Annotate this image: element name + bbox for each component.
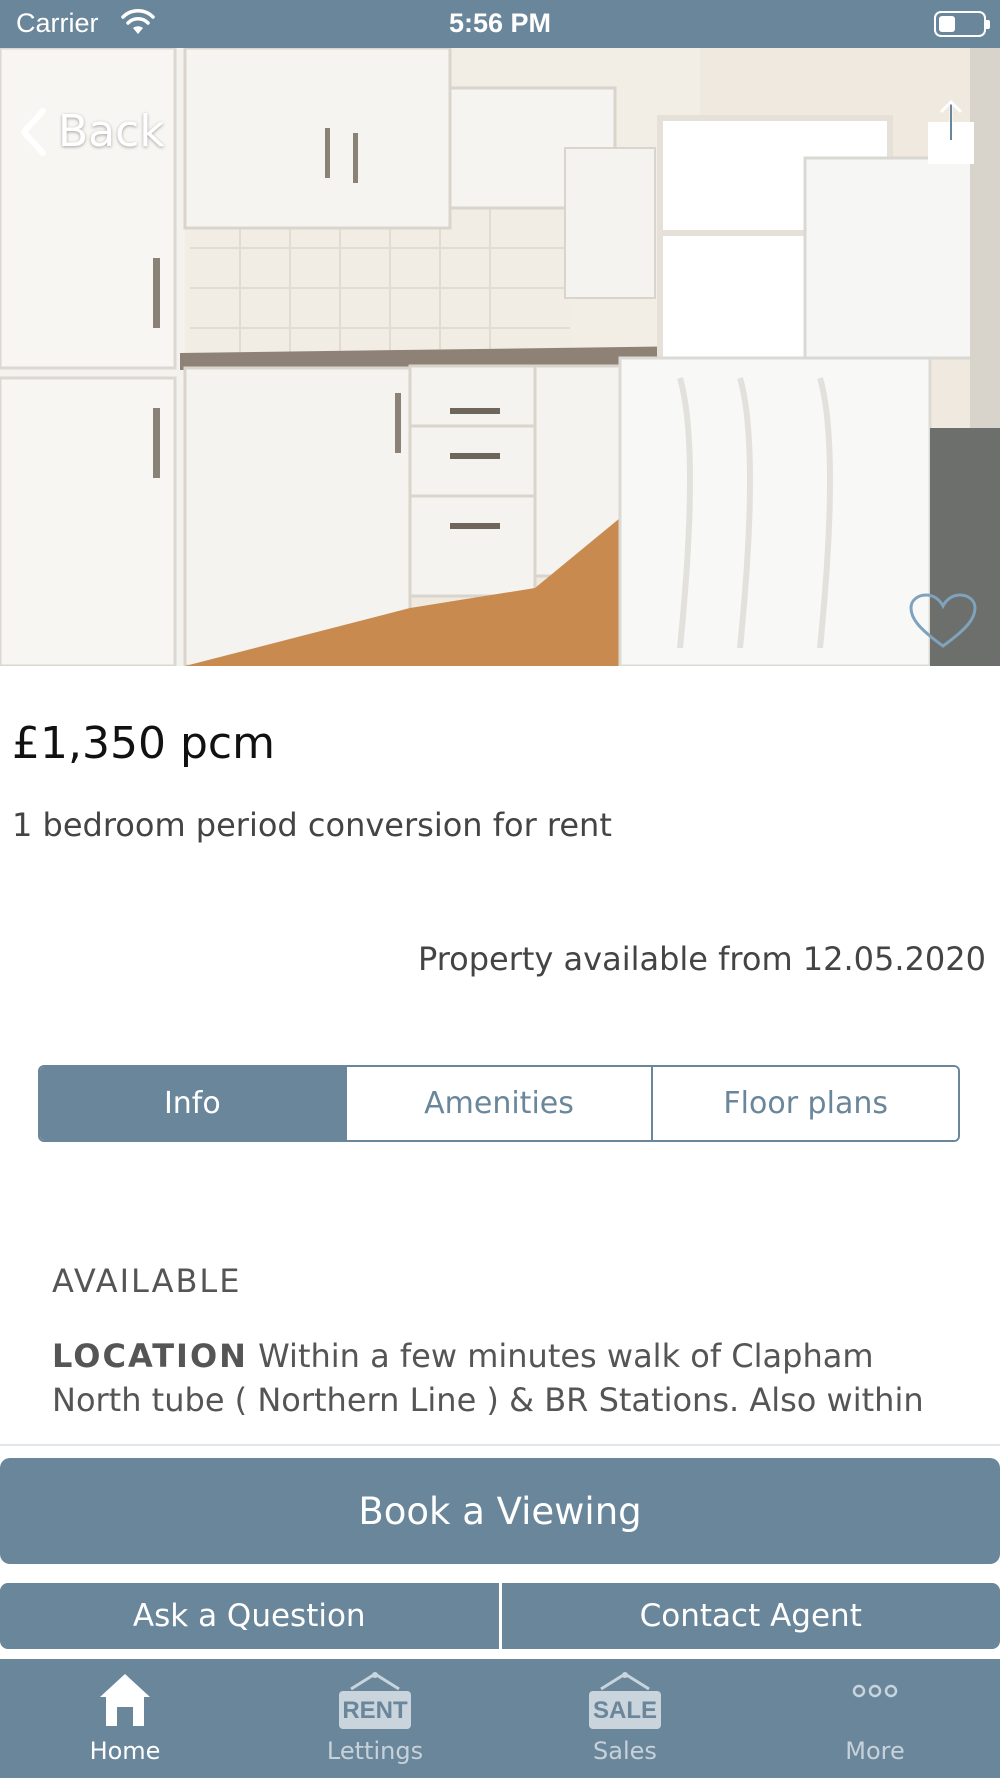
tab-floor-plans[interactable]: Floor plans	[653, 1067, 958, 1140]
share-button[interactable]	[926, 100, 976, 166]
tab-bar-lettings-label: Lettings	[326, 1737, 424, 1765]
info-body: LOCATION Within a few minutes walk of Cl…	[52, 1334, 952, 1422]
tab-bar-home-label: Home	[89, 1737, 161, 1765]
book-viewing-button[interactable]: Book a Viewing	[0, 1458, 1000, 1564]
sale-sign-text: SALE	[593, 1697, 657, 1724]
more-icon	[847, 1671, 903, 1715]
divider	[0, 1444, 1000, 1446]
status-bar: Carrier 5:56 PM	[0, 0, 1000, 48]
secondary-actions: Ask a Question Contact Agent	[0, 1583, 1000, 1649]
back-button[interactable]: Back	[18, 106, 165, 157]
chevron-left-icon	[18, 107, 48, 157]
contact-agent-button[interactable]: Contact Agent	[501, 1583, 1000, 1649]
tab-bar-sales[interactable]: SALE Sales	[500, 1659, 750, 1778]
listing-price: £1,350 pcm	[12, 718, 275, 769]
property-photo[interactable]: Back	[0, 48, 1000, 666]
share-icon	[926, 100, 976, 166]
availability-date: Property available from 12.05.2020	[417, 940, 986, 978]
tab-bar-sales-label: Sales	[593, 1737, 657, 1765]
info-tabs: Info Amenities Floor plans	[38, 1065, 960, 1142]
heart-icon	[908, 592, 978, 650]
favorite-button[interactable]	[908, 592, 978, 650]
home-icon	[97, 1671, 153, 1733]
back-label: Back	[58, 106, 165, 157]
tab-bar-lettings[interactable]: RENT Lettings	[250, 1659, 500, 1778]
tab-info[interactable]: Info	[40, 1067, 347, 1140]
info-content[interactable]: AVAILABLE LOCATION Within a few minutes …	[52, 1262, 952, 1442]
rent-sign-text: RENT	[342, 1697, 408, 1724]
tab-bar-more[interactable]: More	[750, 1659, 1000, 1778]
rent-sign-icon: RENT	[335, 1671, 415, 1737]
ask-question-button[interactable]: Ask a Question	[0, 1583, 499, 1649]
location-label: LOCATION	[52, 1337, 248, 1375]
bottom-tab-bar: Home RENT Lettings SALE Sales More	[0, 1659, 1000, 1778]
tab-bar-home[interactable]: Home	[0, 1659, 250, 1778]
sale-sign-icon: SALE	[585, 1671, 665, 1737]
tab-bar-more-label: More	[845, 1737, 905, 1765]
listing-subtitle: 1 bedroom period conversion for rent	[12, 806, 612, 844]
info-heading: AVAILABLE	[52, 1262, 242, 1300]
battery-icon	[934, 11, 990, 37]
tab-amenities[interactable]: Amenities	[346, 1067, 654, 1140]
clock: 5:56 PM	[448, 8, 552, 38]
